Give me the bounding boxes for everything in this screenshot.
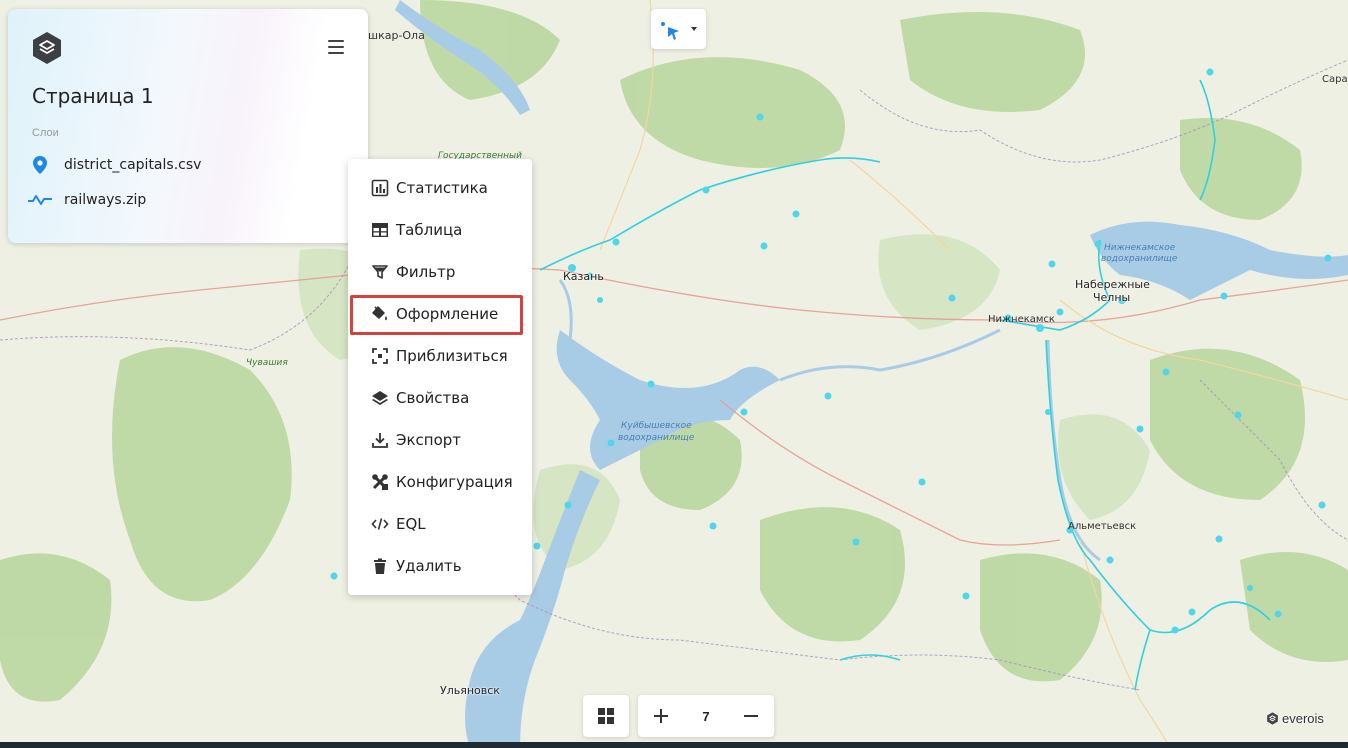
menu-item-statistics[interactable]: Статистика — [348, 171, 532, 205]
menu-item-filter[interactable]: Фильтр — [348, 255, 532, 289]
menu-hamburger-icon[interactable] — [328, 40, 344, 54]
menu-item-label: Удалить — [396, 557, 462, 575]
map-label-nizhnekam-res-1: Нижнекамское — [1104, 243, 1176, 253]
tools-icon — [371, 473, 389, 491]
map-label-almetyevsk: Альметьевск — [1068, 521, 1137, 532]
menu-item-label: Статистика — [396, 179, 488, 197]
menu-item-delete[interactable]: Удалить — [348, 549, 532, 583]
map-label-kazan: Казань — [563, 270, 604, 283]
layer-name: district_capitals.csv — [64, 157, 202, 173]
layer-item-railways[interactable]: railways.zip — [26, 188, 356, 212]
layer-name: railways.zip — [64, 192, 147, 208]
layers-panel: Страница 1 Слои district_capitals.csv ra… — [8, 9, 368, 243]
table-icon — [371, 221, 389, 239]
menu-item-eql[interactable]: EQL — [348, 507, 532, 541]
filter-icon — [371, 263, 389, 281]
zoom-level: 7 — [702, 708, 710, 724]
brand-name: everois — [1282, 711, 1324, 726]
zoom-out-button[interactable] — [728, 695, 774, 737]
map-label-chuvashia: Чувашия — [246, 358, 288, 368]
trash-icon — [371, 557, 389, 575]
map-label-kuibyshev-2: водохранилище — [618, 433, 695, 443]
plus-icon — [654, 709, 668, 723]
menu-item-label: Фильтр — [396, 263, 456, 281]
minus-icon — [744, 715, 758, 717]
map-label-nizhnekamsk: Нижнекамск — [988, 314, 1055, 325]
menu-item-label: EQL — [396, 515, 426, 533]
highlight-annotation-box — [350, 295, 523, 335]
zoom-to-icon — [371, 347, 389, 365]
brand-watermark: everois — [1266, 711, 1324, 726]
menu-item-configuration[interactable]: Конфигурация — [348, 465, 532, 499]
selection-tool-button[interactable] — [651, 9, 706, 49]
brand-logo-icon — [1267, 712, 1278, 725]
chart-icon — [371, 179, 389, 197]
map-label-naberezhnye-2: Челны — [1093, 291, 1131, 304]
grid-icon — [598, 708, 614, 724]
menu-item-label: Экспорт — [396, 431, 462, 449]
menu-item-properties[interactable]: Свойства — [348, 381, 532, 415]
map-label-naberezhnye-1: Набережные — [1075, 278, 1150, 291]
menu-item-label: Конфигурация — [396, 473, 513, 491]
layer-item-district-capitals[interactable]: district_capitals.csv — [26, 153, 356, 177]
map-label-ulyanovsk: Ульяновск — [440, 684, 500, 697]
layers-section-label: Слои — [32, 127, 59, 139]
menu-item-table[interactable]: Таблица — [348, 213, 532, 247]
map-pin-icon — [26, 155, 54, 175]
map-label-kuibyshev-1: Куйбышевское — [621, 421, 692, 431]
map-label-sarap: Сарап — [1322, 74, 1348, 85]
map-label-yoshkar-ola: шкар-Ола — [368, 29, 425, 42]
page-title: Страница 1 — [32, 84, 154, 108]
menu-item-label: Таблица — [396, 221, 463, 239]
layer-context-menu: Статистика Таблица Фильтр Оформление При… — [348, 159, 532, 595]
download-icon — [371, 431, 389, 449]
bottom-status-strip — [0, 742, 1348, 748]
code-icon — [371, 515, 389, 533]
zoom-control: 7 — [638, 695, 774, 737]
cursor-select-icon — [661, 22, 697, 40]
map-label-nizhnekam-res-2: водохранилище — [1101, 254, 1178, 264]
menu-item-label: Приблизиться — [396, 347, 508, 365]
menu-item-zoom-to[interactable]: Приблизиться — [348, 339, 532, 373]
layers-icon — [371, 389, 389, 407]
line-layer-icon — [26, 190, 54, 210]
zoom-in-button[interactable] — [638, 695, 684, 737]
menu-item-export[interactable]: Экспорт — [348, 423, 532, 457]
menu-item-label: Свойства — [396, 389, 470, 407]
basemap-grid-button[interactable] — [583, 695, 629, 737]
app-logo-icon — [33, 32, 61, 64]
